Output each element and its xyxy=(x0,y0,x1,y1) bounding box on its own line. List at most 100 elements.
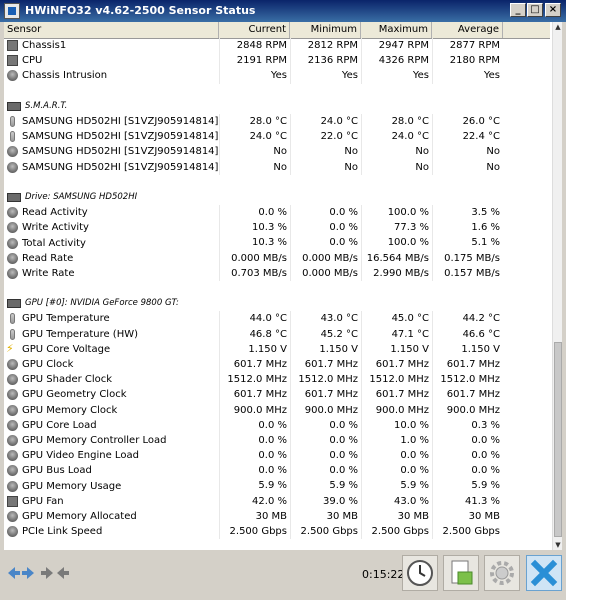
scroll-up-arrow-icon[interactable]: ▲ xyxy=(553,22,562,32)
close-sensors-button[interactable] xyxy=(526,555,562,591)
average-value-cell: 46.6 °C xyxy=(432,326,503,342)
minimum-value-cell: 0.0 % xyxy=(290,205,361,221)
table-row[interactable]: GPU Fan 42.0 % 39.0 % 43.0 % 41.3 % xyxy=(4,493,550,509)
sensor-name-cell: Read Rate xyxy=(4,251,219,266)
average-value-cell: Yes xyxy=(432,68,503,84)
table-row[interactable]: PCIe Link Speed 2.500 Gbps 2.500 Gbps 2.500… xyxy=(4,524,550,540)
vertical-scrollbar[interactable]: ▲ ▼ xyxy=(552,22,562,550)
group-header-row[interactable]: S.M.A.R.T. xyxy=(4,99,550,114)
minimum-value-cell: 0.0 % xyxy=(290,220,361,236)
settings-button[interactable] xyxy=(484,555,520,591)
thermometer-icon xyxy=(10,328,15,340)
minimum-value-cell: No xyxy=(290,144,361,160)
thermometer-icon xyxy=(10,313,15,325)
gauge-icon xyxy=(7,207,18,219)
scrollbar-thumb[interactable] xyxy=(554,342,562,537)
gauge-icon xyxy=(7,480,18,492)
sensor-label: GPU Geometry Clock xyxy=(22,389,127,401)
table-row[interactable]: SAMSUNG HD502HI [S1VZJ905914814] Dr...No… xyxy=(4,144,550,160)
current-value-cell: 42.0 % xyxy=(219,493,290,509)
sensor-label: GPU Temperature xyxy=(22,313,110,325)
sensor-label: GPU Clock xyxy=(22,359,74,371)
table-row[interactable]: GPU Video Engine Load 0.0 % 0.0 % 0.0 % 0.0 … xyxy=(4,448,550,464)
current-value-cell: No xyxy=(219,159,290,175)
maximum-value-cell: 2.990 MB/s xyxy=(361,265,432,281)
table-row[interactable]: GPU Core Voltage1.150 V1.150 V1.150 V1.1… xyxy=(4,341,550,357)
sensor-label: Drive: SAMSUNG HD502HI xyxy=(25,191,138,202)
sensor-name-cell: GPU [#0]: NVIDIA GeForce 9800 GT: xyxy=(4,296,219,311)
sensor-name-cell: GPU Memory Clock xyxy=(4,403,219,418)
table-row[interactable]: SAMSUNG HD502HI [S1VZJ905914814] 28.0 °C 2… xyxy=(4,113,550,130)
expand-arrows-icon[interactable] xyxy=(6,564,36,582)
minimize-button[interactable]: _ xyxy=(510,3,526,17)
table-row[interactable]: SAMSUNG HD502HI [S1VZJ905914814] Dr...No… xyxy=(4,159,550,175)
table-row[interactable]: GPU Memory Usage 5.9 % 5.9 % 5.9 % 5.9 % xyxy=(4,478,550,494)
maximum-value-cell: 5.9 % xyxy=(361,478,432,494)
close-window-button[interactable]: × xyxy=(545,3,561,17)
average-value-cell: 1.6 % xyxy=(432,220,503,236)
table-row[interactable]: Chassis1 2848 RPM 2812 RPM 2947 RPM 2877 RPM xyxy=(4,38,550,54)
table-row[interactable]: SAMSUNG HD502HI [S1VZJ905914814] Ai... 24… xyxy=(4,129,550,145)
sensor-table: Sensor Current Minimum Maximum Average C… xyxy=(4,22,562,550)
timer-button[interactable] xyxy=(402,555,438,591)
table-row[interactable]: Total Activity 10.3 % 0.0 % 100.0 % 5.1 % xyxy=(4,235,550,251)
table-row[interactable]: GPU Core Load 0.0 % 0.0 % 10.0 % 0.3 % xyxy=(4,417,550,433)
sensor-label: PCIe Link Speed xyxy=(22,526,103,538)
table-row[interactable]: GPU Memory Clock 900.0 MHz 900.0 MHz 900.0 … xyxy=(4,402,550,418)
table-row[interactable]: Chassis Intrusion Yes Yes Yes Yes xyxy=(4,68,550,84)
maximum-value-cell: 100.0 % xyxy=(361,205,432,221)
maximum-value-cell: 900.0 MHz xyxy=(361,402,432,418)
table-row[interactable]: Write Activity 10.3 % 0.0 % 77.3 % 1.6 % xyxy=(4,220,550,236)
app-icon xyxy=(4,3,20,19)
group-header-row[interactable]: Drive: SAMSUNG HD502HI xyxy=(4,190,550,205)
maximum-value-cell: 28.0 °C xyxy=(361,113,432,130)
table-row[interactable]: CPU 2191 RPM 2136 RPM 4326 RPM 2180 RPM xyxy=(4,53,550,69)
collapse-arrows-icon[interactable] xyxy=(40,564,70,582)
column-header-average[interactable]: Average xyxy=(432,22,503,38)
group-header-row[interactable]: GPU [#0]: NVIDIA GeForce 9800 GT: xyxy=(4,296,550,311)
table-row[interactable]: GPU Bus Load 0.0 % 0.0 % 0.0 % 0.0 % xyxy=(4,463,550,479)
sensor-label: GPU Fan xyxy=(22,495,64,507)
current-value-cell: 0.0 % xyxy=(219,205,290,221)
sensor-label: Total Activity xyxy=(22,237,86,249)
minimum-value-cell: 0.0 % xyxy=(290,432,361,449)
table-row[interactable]: GPU Shader Clock 1512.0 MHz 1512.0 MHz 1512… xyxy=(4,372,550,388)
table-row[interactable]: GPU Temperature (HW) 46.8 °C 45.2 °C 47.1 °… xyxy=(4,326,550,342)
column-header-minimum[interactable]: Minimum xyxy=(290,22,361,38)
spacer-row xyxy=(4,281,550,296)
minimum-value-cell: 0.0 % xyxy=(290,448,361,464)
sensor-label: Read Rate xyxy=(22,252,74,264)
maximum-value-cell: 1.150 V xyxy=(361,341,432,357)
maximize-button[interactable]: □ xyxy=(527,3,543,17)
table-row[interactable]: Write Rate 0.703 MB/s 0.000 MB/s 2.990 MB/s… xyxy=(4,265,550,281)
sensor-name-cell: GPU Temperature xyxy=(4,311,219,326)
sensor-name-cell: SAMSUNG HD502HI [S1VZJ905914814] Ai... xyxy=(4,129,219,144)
sensor-name-cell: GPU Clock xyxy=(4,357,219,372)
sensor-label: GPU Memory Clock xyxy=(22,404,118,416)
logging-button[interactable] xyxy=(443,555,479,591)
title-bar[interactable]: HWiNFO32 v4.62-2500 Sensor Status _ □ × xyxy=(0,0,566,22)
table-row[interactable]: GPU Clock 601.7 MHz 601.7 MHz 601.7 MHz 601.… xyxy=(4,356,550,373)
minimum-value-cell: 0.000 MB/s xyxy=(290,265,361,281)
table-row[interactable]: GPU Geometry Clock 601.7 MHz 601.7 MHz 601.… xyxy=(4,387,550,403)
average-value-cell: 26.0 °C xyxy=(432,113,503,130)
column-header-current[interactable]: Current xyxy=(219,22,290,38)
current-value-cell: 601.7 MHz xyxy=(219,356,290,373)
table-row[interactable]: GPU Memory Controller Load 0.0 % 0.0 % 1.0 … xyxy=(4,432,550,449)
minimum-value-cell: 2.500 Gbps xyxy=(290,524,361,540)
average-value-cell: 2.500 Gbps xyxy=(432,524,503,540)
spacer-row xyxy=(4,84,550,99)
table-row[interactable]: GPU Memory Allocated 30 MB 30 MB 30 MB 30 MB xyxy=(4,508,550,524)
table-row[interactable]: Read Activity 0.0 % 0.0 % 100.0 % 3.5 % xyxy=(4,205,550,221)
sensor-name-cell: Read Activity xyxy=(4,205,219,220)
gauge-icon xyxy=(7,450,18,462)
table-row[interactable]: Read Rate 0.000 MB/s 0.000 MB/s 16.564 MB/s… xyxy=(4,250,550,266)
scroll-down-arrow-icon[interactable]: ▼ xyxy=(553,540,562,550)
column-header-sensor[interactable]: Sensor xyxy=(4,22,219,38)
sensor-rows: Chassis1 2848 RPM 2812 RPM 2947 RPM 2877 RPM… xyxy=(4,38,550,540)
average-value-cell: 601.7 MHz xyxy=(432,356,503,373)
column-header-maximum[interactable]: Maximum xyxy=(361,22,432,38)
gauge-icon xyxy=(7,526,18,538)
table-row[interactable]: GPU Temperature 44.0 °C 43.0 °C 45.0 °C 44.2… xyxy=(4,311,550,327)
average-value-cell: 22.4 °C xyxy=(432,129,503,145)
